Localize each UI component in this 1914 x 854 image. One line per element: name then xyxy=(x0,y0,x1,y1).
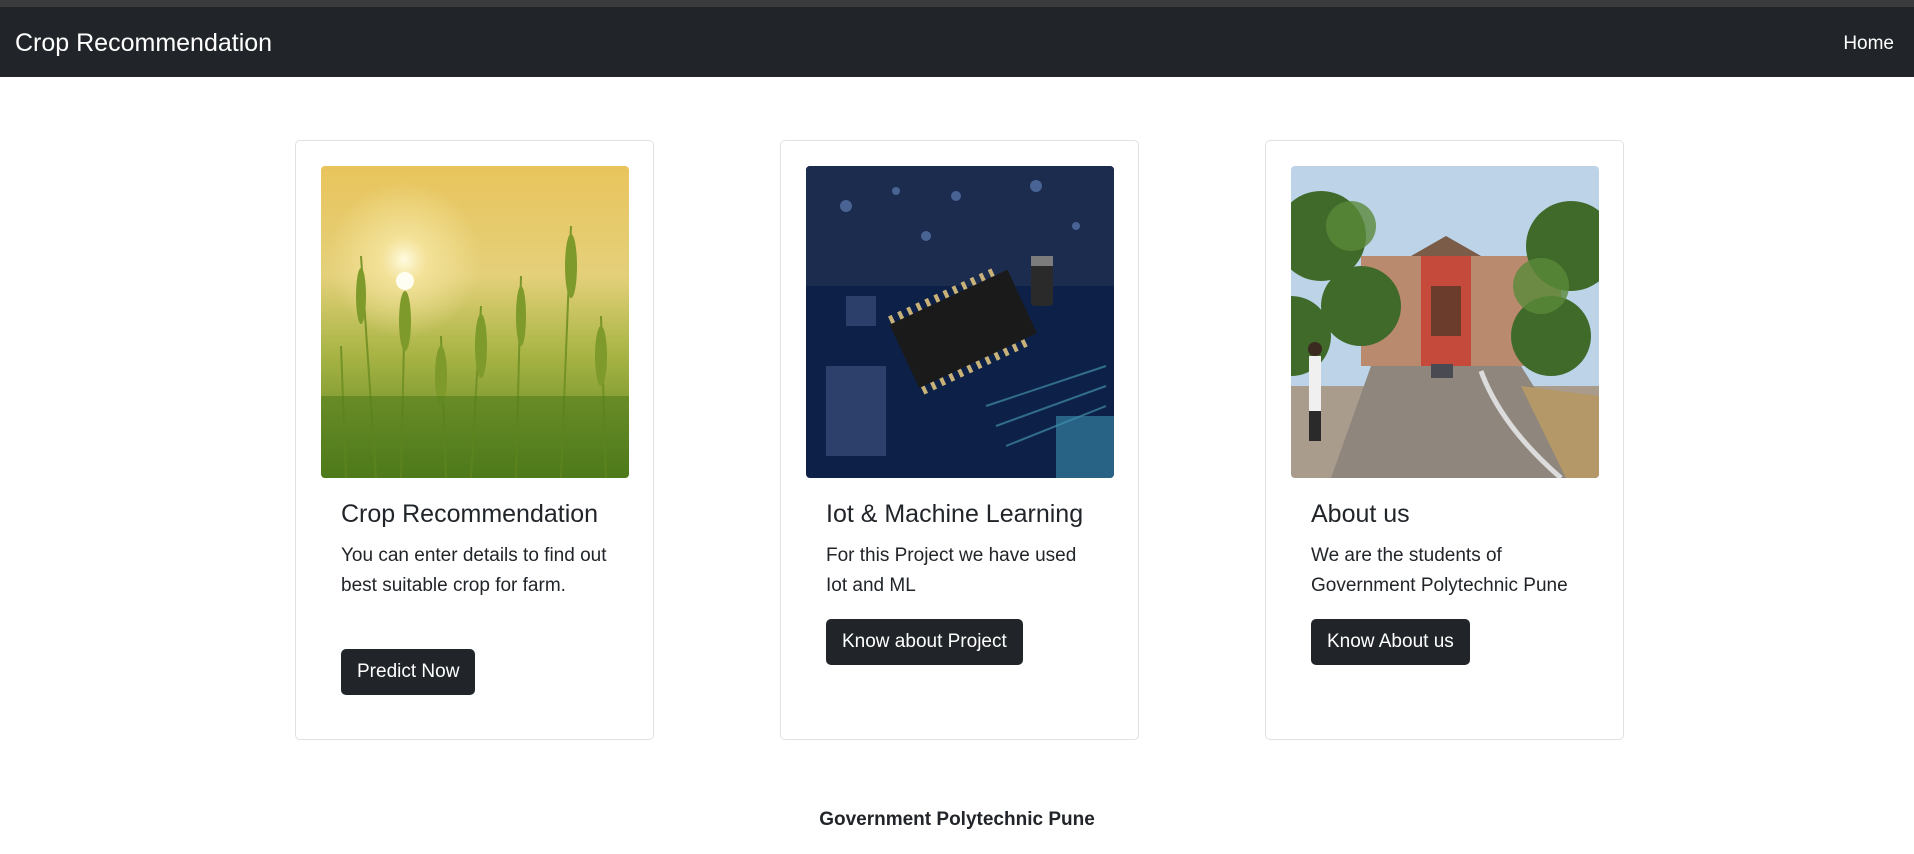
card-crop-recommendation: Crop Recommendation You can enter detail… xyxy=(295,140,654,740)
footer-text: Government Polytechnic Pune xyxy=(819,809,1095,830)
card-title: Iot & Machine Learning xyxy=(826,500,1084,528)
window-top-strip xyxy=(0,0,1914,7)
card-text: We are the students of Government Polyte… xyxy=(1311,545,1568,596)
navbar: Crop Recommendation Home xyxy=(0,7,1914,77)
card-title: About us xyxy=(1311,500,1410,528)
card-text: For this Project we have used Iot and ML xyxy=(826,545,1077,596)
circuit-board-image xyxy=(806,166,1114,478)
card-iot-machine-learning: Iot & Machine Learning For this Project … xyxy=(780,140,1139,740)
navbar-brand[interactable]: Crop Recommendation xyxy=(15,29,272,57)
wheat-field-image xyxy=(321,166,629,478)
card-about-us: About us We are the students of Governme… xyxy=(1265,140,1624,740)
card-text: You can enter details to find out best s… xyxy=(341,545,607,596)
know-about-project-button[interactable]: Know about Project xyxy=(826,619,1023,665)
know-about-us-button[interactable]: Know About us xyxy=(1311,619,1470,665)
campus-photo-image xyxy=(1291,166,1599,478)
card-title: Crop Recommendation xyxy=(341,500,599,528)
nav-link-home[interactable]: Home xyxy=(1843,33,1894,55)
predict-now-button[interactable]: Predict Now xyxy=(341,649,476,695)
